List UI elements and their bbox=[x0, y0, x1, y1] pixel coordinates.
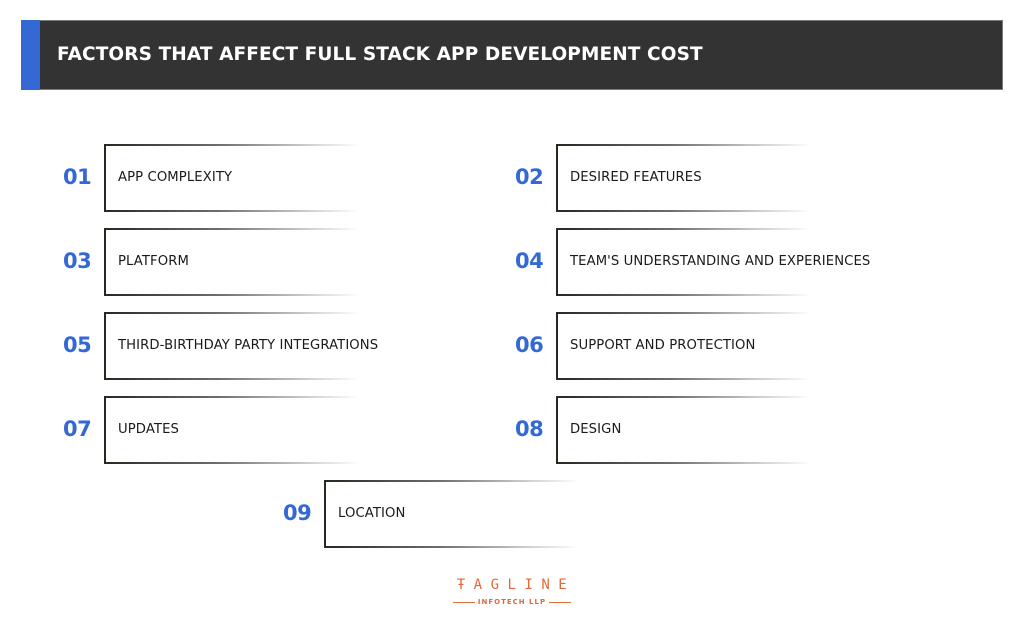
logo-subtitle: INFOTECH LLP bbox=[477, 598, 547, 606]
factor-label: SUPPORT AND PROTECTION bbox=[570, 338, 756, 353]
factor-label: UPDATES bbox=[118, 422, 179, 437]
factor-number: 04 bbox=[515, 249, 544, 273]
factor-number: 07 bbox=[63, 417, 92, 441]
factor-label: APP COMPLEXITY bbox=[118, 170, 233, 185]
title-accent-bar bbox=[21, 20, 40, 90]
factor-box: APP COMPLEXITY bbox=[104, 144, 360, 212]
factor-box: TEAM'S UNDERSTANDING AND EXPERIENCES bbox=[556, 228, 870, 296]
factor-box: THIRD-BIRTHDAY PARTY INTEGRATIONS bbox=[104, 312, 378, 380]
factor-label: DESIGN bbox=[570, 422, 622, 437]
factor-label: PLATFORM bbox=[118, 254, 189, 269]
factor-number: 02 bbox=[515, 165, 544, 189]
factor-label: THIRD-BIRTHDAY PARTY INTEGRATIONS bbox=[118, 338, 379, 353]
logo-subtitle-row: INFOTECH LLP bbox=[432, 597, 592, 607]
factor-box: UPDATES bbox=[104, 396, 360, 464]
factor-box: LOCATION bbox=[324, 480, 580, 548]
factor-number: 01 bbox=[63, 165, 92, 189]
factor-number: 05 bbox=[63, 333, 92, 357]
factor-box: DESIRED FEATURES bbox=[556, 144, 812, 212]
factor-number: 06 bbox=[515, 333, 544, 357]
logo-wordmark: ŦAGLINE bbox=[456, 577, 576, 593]
factor-label: DESIRED FEATURES bbox=[570, 170, 702, 185]
factor-label: TEAM'S UNDERSTANDING AND EXPERIENCES bbox=[570, 254, 871, 269]
factor-number: 08 bbox=[515, 417, 544, 441]
factor-number: 03 bbox=[63, 249, 92, 273]
factor-label: LOCATION bbox=[338, 506, 406, 521]
logo-divider-right bbox=[549, 601, 572, 603]
company-logo: ŦAGLINE INFOTECH LLP bbox=[432, 576, 592, 607]
factor-box: PLATFORM bbox=[104, 228, 360, 296]
title-banner: FACTORS THAT AFFECT FULL STACK APP DEVEL… bbox=[21, 20, 1003, 90]
factor-box: DESIGN bbox=[556, 396, 812, 464]
logo-divider-left bbox=[452, 601, 475, 603]
factor-box: SUPPORT AND PROTECTION bbox=[556, 312, 812, 380]
page-title: FACTORS THAT AFFECT FULL STACK APP DEVEL… bbox=[57, 44, 703, 65]
factor-number: 09 bbox=[283, 501, 312, 525]
